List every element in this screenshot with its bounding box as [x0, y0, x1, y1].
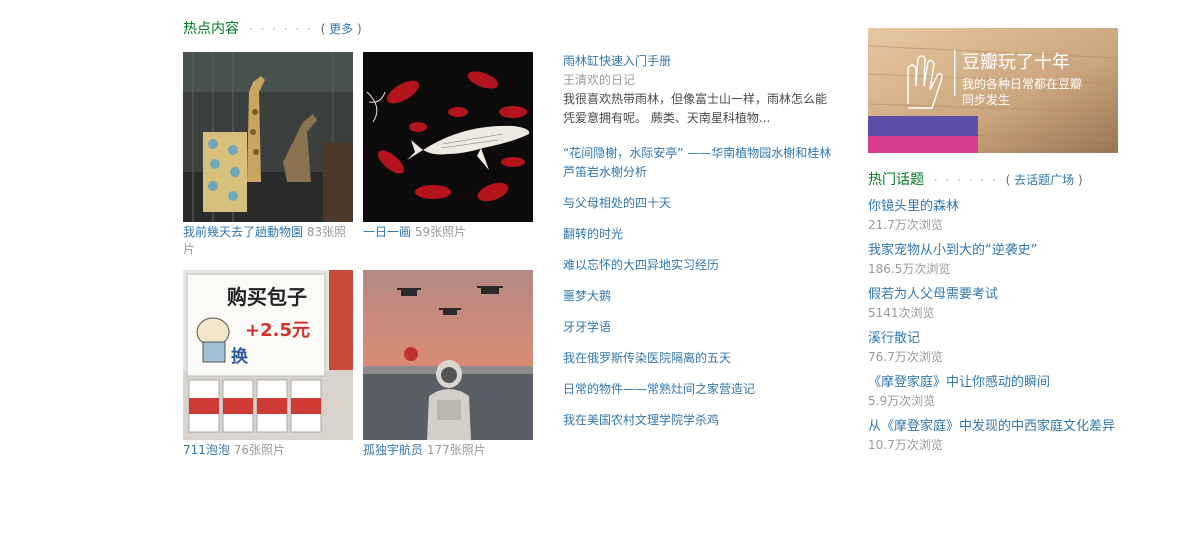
topic-title-link[interactable]: 我家宠物从小到大的“逆袭史”: [868, 242, 1118, 260]
bun-sign-price: +2.5元: [245, 320, 310, 341]
topic-view-count: 186.5万次浏览: [868, 262, 951, 276]
banner-headline: 豆瓣玩了十年: [962, 52, 1070, 73]
topic-item: 我家宠物从小到大的“逆袭史” 186.5万次浏览: [868, 242, 1118, 278]
note-link[interactable]: 难以忘怀的大四异地实习经历: [563, 256, 835, 275]
paren-close: ): [356, 22, 362, 36]
topic-item: 你镜头里的森林 21.7万次浏览: [868, 198, 1118, 234]
paren-open: (: [1005, 173, 1011, 187]
album-card: 我前幾天去了趟動物園 83张照片: [183, 52, 355, 258]
featured-note: 雨林缸快速入门手册 王清欢的日记 我很喜欢热带雨林，但像富士山一样，雨林怎么能凭…: [563, 52, 835, 128]
album-title-link[interactable]: 一日一画: [363, 225, 411, 239]
topic-item: 假若为人父母需要考试 5141次浏览: [868, 286, 1118, 322]
topic-view-count: 5141次浏览: [868, 306, 935, 320]
album-caption: 一日一画 59张照片: [363, 224, 535, 241]
album-photo-count: 76张照片: [233, 443, 286, 457]
bun-sign-swap: 换: [231, 346, 249, 367]
hot-content-title: 热点内容: [183, 21, 239, 37]
topic-item: 溪行散记 76.7万次浏览: [868, 330, 1118, 366]
album-card: 孤独宇航员 177张照片: [363, 270, 535, 459]
hot-topics-header: 热门话题 · · · · · · ( 去话题广场 ): [868, 171, 1083, 189]
note-link[interactable]: 翻转的时光: [563, 225, 835, 244]
hot-topics-title: 热门话题: [868, 172, 924, 188]
album-photo-count: 177张照片: [426, 443, 486, 457]
hot-content-header: 热点内容 · · · · · · ( 更多 ): [183, 20, 362, 38]
album-thumbnail-zoo[interactable]: [183, 52, 353, 222]
album-title-link[interactable]: 我前幾天去了趟動物園: [183, 225, 303, 239]
notes-list: 雨林缸快速入门手册 王清欢的日记 我很喜欢热带雨林，但像富士山一样，雨林怎么能凭…: [563, 52, 835, 430]
featured-note-author: 王清欢的日记: [563, 73, 636, 87]
album-thumbnail-astronaut[interactable]: [363, 270, 533, 440]
paren-close: ): [1077, 173, 1083, 187]
note-link[interactable]: 与父母相处的四十天: [563, 194, 835, 213]
banner-subline-2: 同步发生: [962, 92, 1010, 107]
topic-title-link[interactable]: 你镜头里的森林: [868, 198, 1118, 216]
topic-view-count: 76.7万次浏览: [868, 350, 943, 364]
album-caption: 我前幾天去了趟動物園 83张照片: [183, 224, 355, 258]
ten-years-banner[interactable]: 豆瓣玩了十年 我的各种日常都在豆瓣 同步发生: [868, 28, 1118, 153]
album-card: 一日一画 59张照片: [363, 52, 535, 241]
album-title-link[interactable]: 孤独宇航员: [363, 443, 423, 457]
featured-note-title[interactable]: 雨林缸快速入门手册: [563, 52, 835, 71]
topic-title-link[interactable]: 从《摩登家庭》中发现的中西家庭文化差异: [868, 418, 1118, 436]
hot-topics-list: 你镜头里的森林 21.7万次浏览 我家宠物从小到大的“逆袭史” 186.5万次浏…: [868, 198, 1118, 462]
topic-square-link[interactable]: 去话题广场: [1014, 173, 1074, 187]
featured-note-abstract: 我很喜欢热带雨林，但像富士山一样，雨林怎么能凭爱意拥有呢。 蕨类、天南星科植物.…: [563, 92, 828, 125]
note-link[interactable]: 我在美国农村文理学院学杀鸡: [563, 411, 835, 430]
topic-title-link[interactable]: 假若为人父母需要考试: [868, 286, 1118, 304]
topic-item: 从《摩登家庭》中发现的中西家庭文化差异 10.7万次浏览: [868, 418, 1118, 454]
album-photo-count: 59张照片: [414, 225, 467, 239]
album-caption: 711泡泡 76张照片: [183, 442, 355, 459]
topic-item: 《摩登家庭》中让你感动的瞬间 5.9万次浏览: [868, 374, 1118, 410]
topic-view-count: 5.9万次浏览: [868, 394, 936, 408]
banner-subline: 我的各种日常都在豆瓣: [962, 76, 1082, 91]
topic-title-link[interactable]: 《摩登家庭》中让你感动的瞬间: [868, 374, 1118, 392]
topic-title-link[interactable]: 溪行散记: [868, 330, 1118, 348]
more-link[interactable]: 更多: [329, 22, 353, 36]
album-thumbnail-daily-drawing[interactable]: [363, 52, 533, 222]
topic-view-count: 21.7万次浏览: [868, 218, 943, 232]
album-thumbnail-711[interactable]: 购买包子 +2.5元 换: [183, 270, 353, 440]
paren-open: (: [320, 22, 326, 36]
note-link[interactable]: 我在俄罗斯传染医院隔离的五天: [563, 349, 835, 368]
album-card: 购买包子 +2.5元 换 711泡泡 76张照片: [183, 270, 355, 459]
topic-view-count: 10.7万次浏览: [868, 438, 943, 452]
header-dots: · · · · · ·: [933, 173, 998, 187]
note-link[interactable]: 日常的物件——常熟灶间之家营造记: [563, 380, 835, 399]
note-link[interactable]: 牙牙学语: [563, 318, 835, 337]
album-caption: 孤独宇航员 177张照片: [363, 442, 535, 459]
album-title-link[interactable]: 711泡泡: [183, 443, 230, 457]
header-dots: · · · · · ·: [248, 22, 313, 36]
note-link[interactable]: 噩梦大鹅: [563, 287, 835, 306]
note-link[interactable]: “花间隐榭，水际安亭” ——华南植物园水榭和桂林芦笛岩水榭分析: [563, 144, 835, 182]
bun-sign-title: 购买包子: [227, 285, 307, 309]
